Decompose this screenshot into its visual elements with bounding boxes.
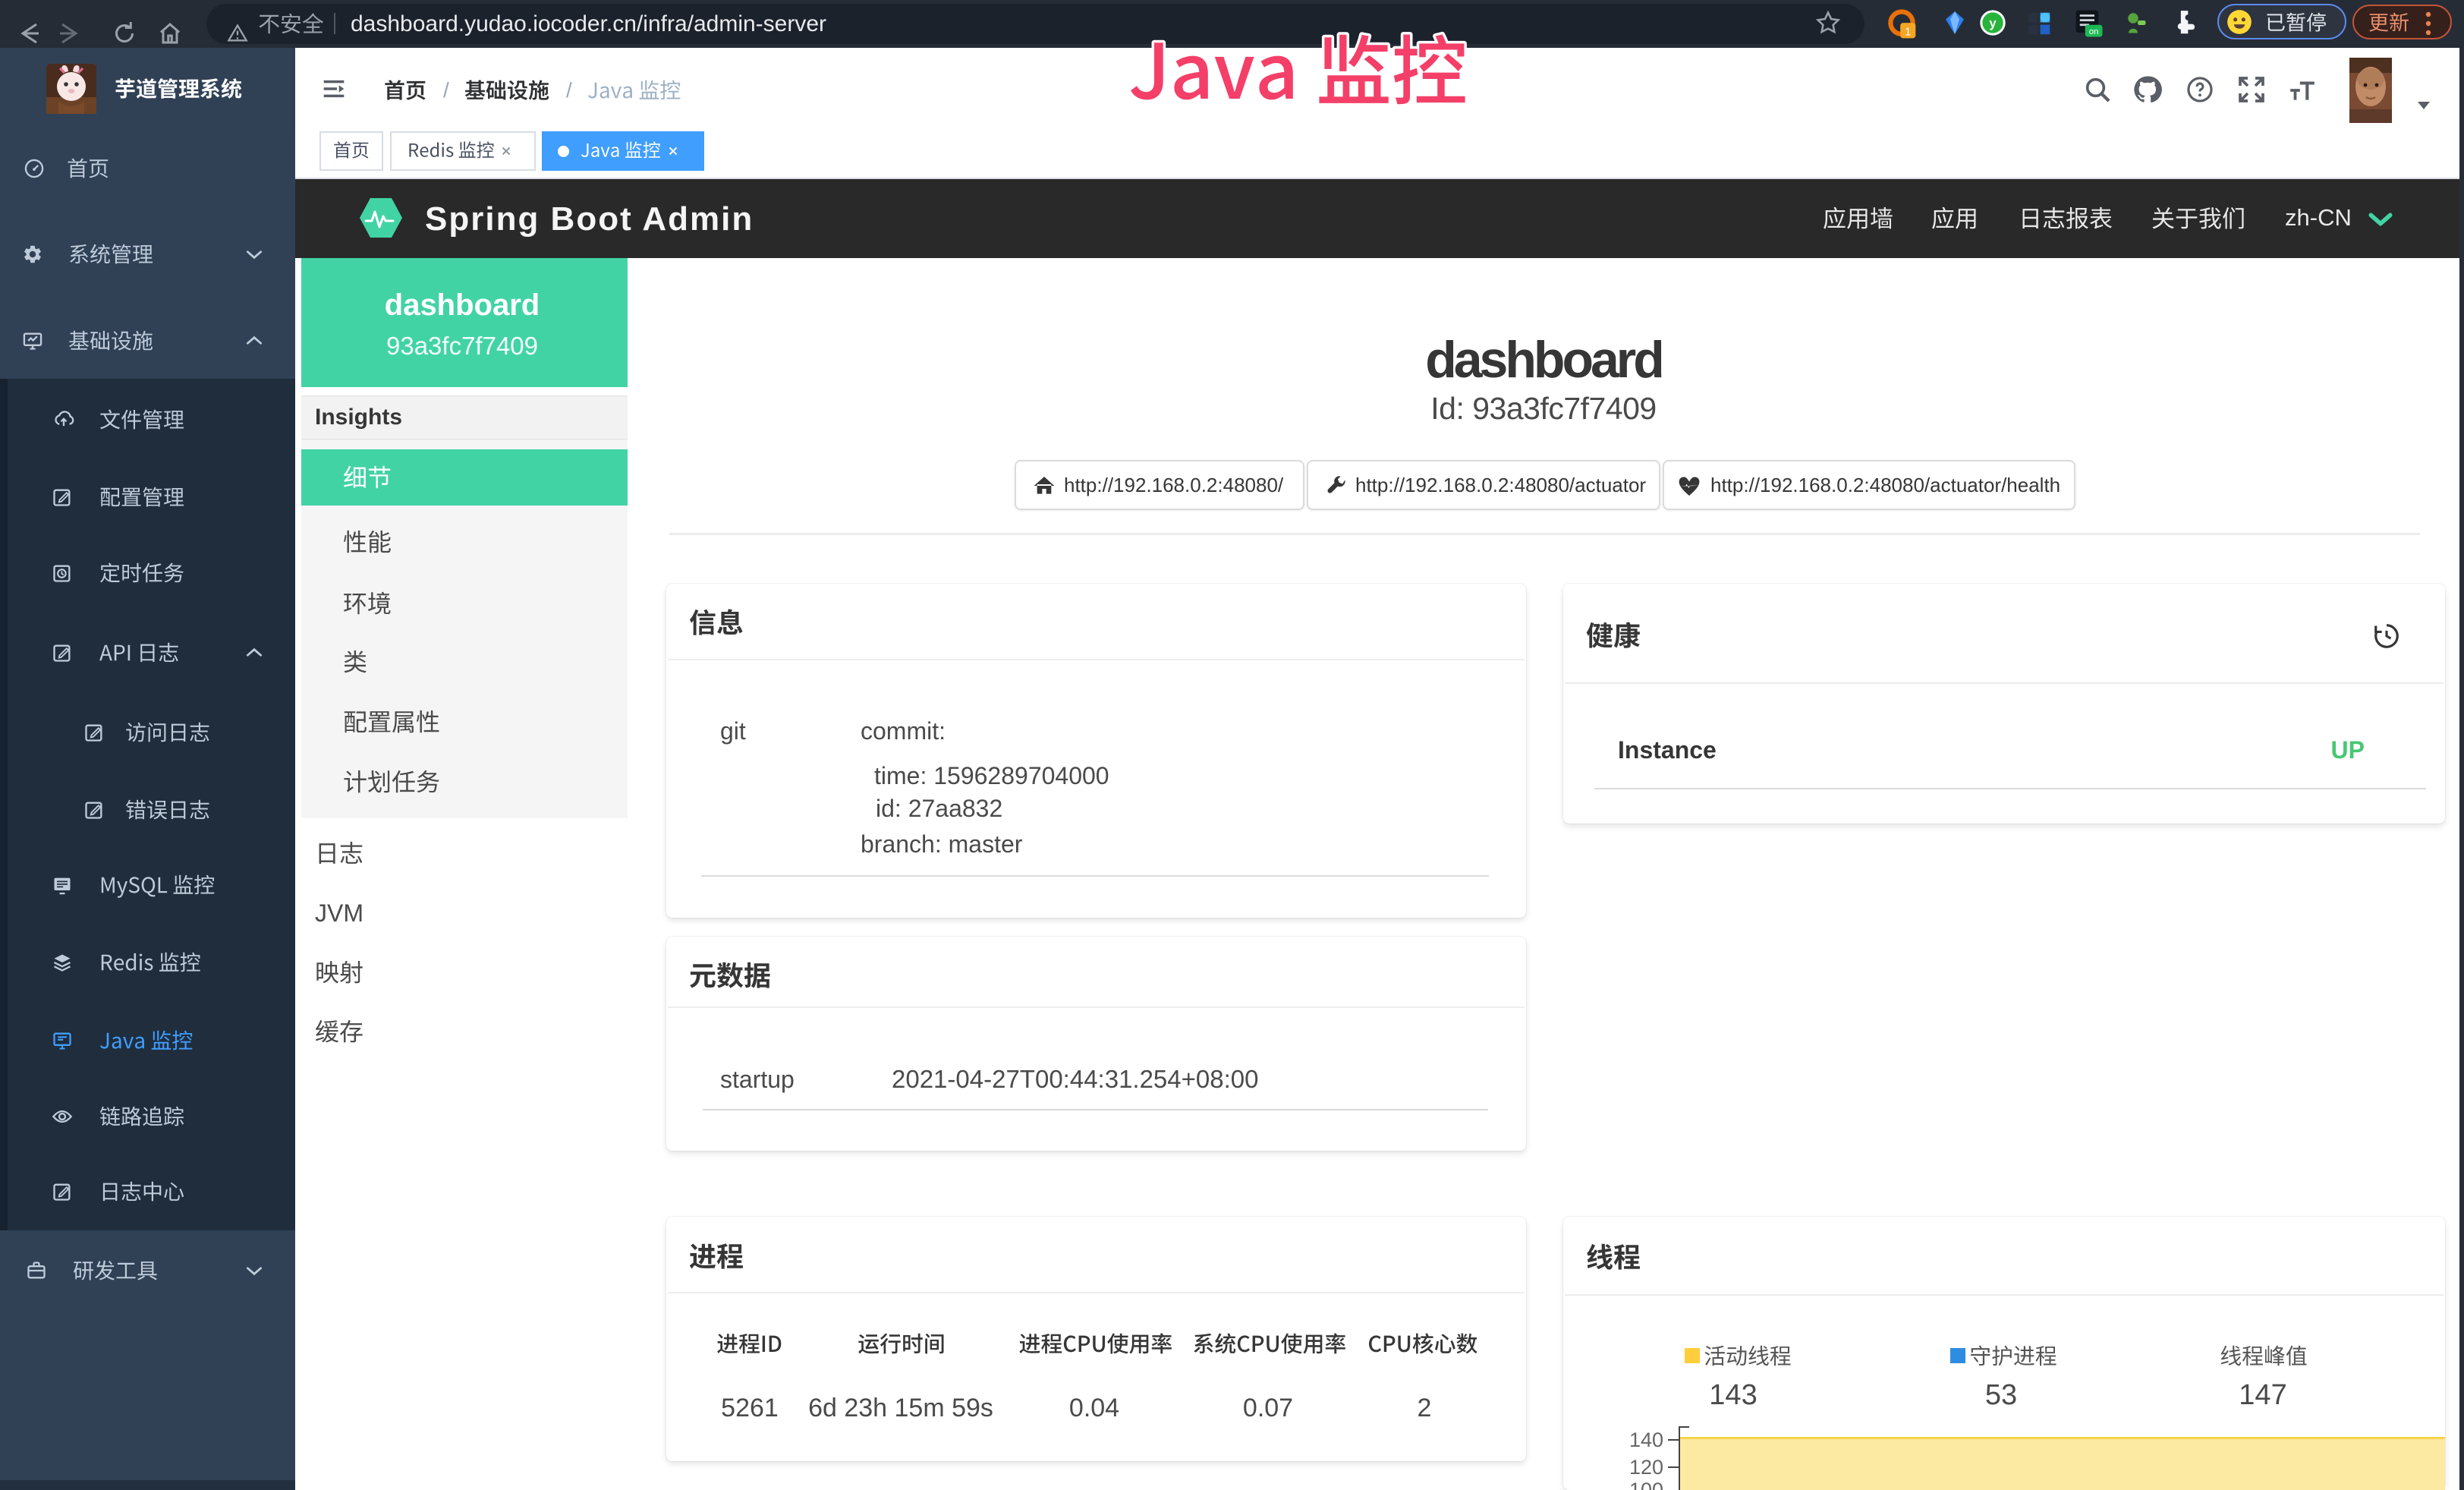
- svg-text:1: 1: [1905, 27, 1911, 39]
- svg-text:on: on: [2089, 27, 2099, 36]
- svg-text:y: y: [1989, 16, 1997, 30]
